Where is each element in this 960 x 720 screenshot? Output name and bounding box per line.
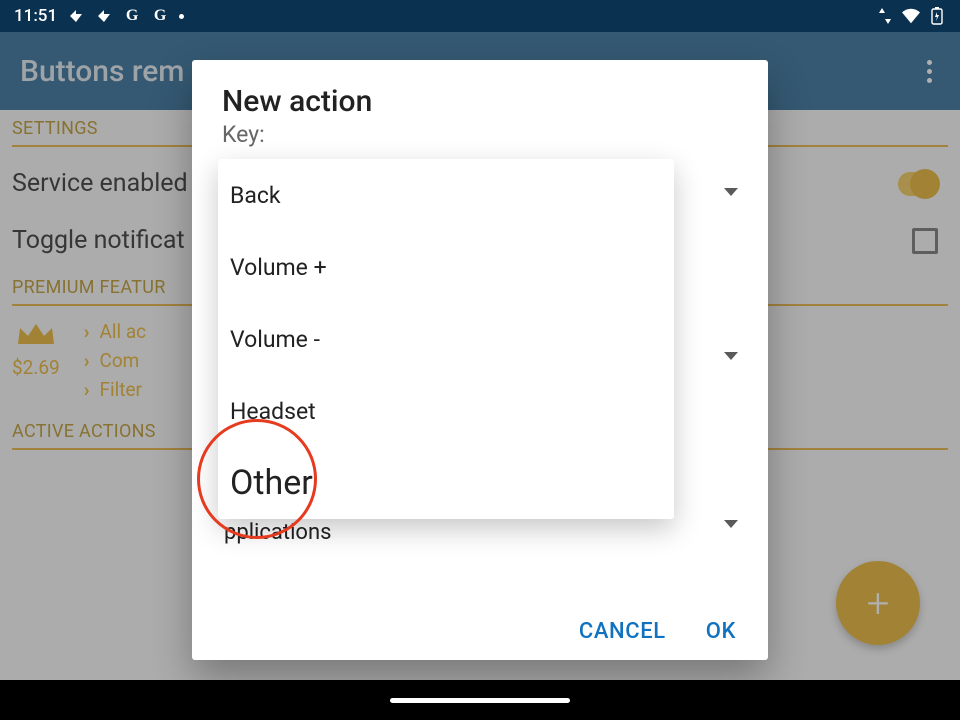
key-dropdown-popup: Back Volume + Volume - Headset Other [218, 159, 674, 519]
status-right [876, 7, 946, 25]
wifi-icon [902, 7, 920, 25]
ok-button[interactable]: OK [706, 619, 736, 644]
google-icon-1: G [123, 7, 141, 25]
chevron-down-icon [724, 188, 738, 196]
chevron-down-icon [724, 520, 738, 528]
status-bar: 11:51 G G [0, 0, 960, 32]
chevron-down-icon [724, 352, 738, 360]
cancel-button[interactable]: CANCEL [579, 619, 666, 644]
key-field-label: Key: [222, 121, 738, 148]
key-option-volume-down[interactable]: Volume - [218, 303, 674, 375]
key-option-volume-up[interactable]: Volume + [218, 231, 674, 303]
data-updown-icon [876, 7, 894, 25]
battery-icon [928, 7, 946, 25]
google-icon-2: G [151, 7, 169, 25]
key-option-other[interactable]: Other [218, 447, 674, 519]
status-left: 11:51 G G [14, 6, 184, 26]
gesture-handle[interactable] [390, 698, 570, 703]
clock: 11:51 [14, 6, 57, 26]
notif-icon-2 [95, 7, 113, 25]
dialog-title: New action [222, 84, 738, 119]
system-nav-bar [0, 680, 960, 720]
key-option-back[interactable]: Back [218, 159, 674, 231]
more-notifications-dot [179, 14, 184, 19]
key-option-headset[interactable]: Headset [218, 375, 674, 447]
application-dropdown-value: pplications [224, 520, 332, 545]
notif-icon-1 [67, 7, 85, 25]
